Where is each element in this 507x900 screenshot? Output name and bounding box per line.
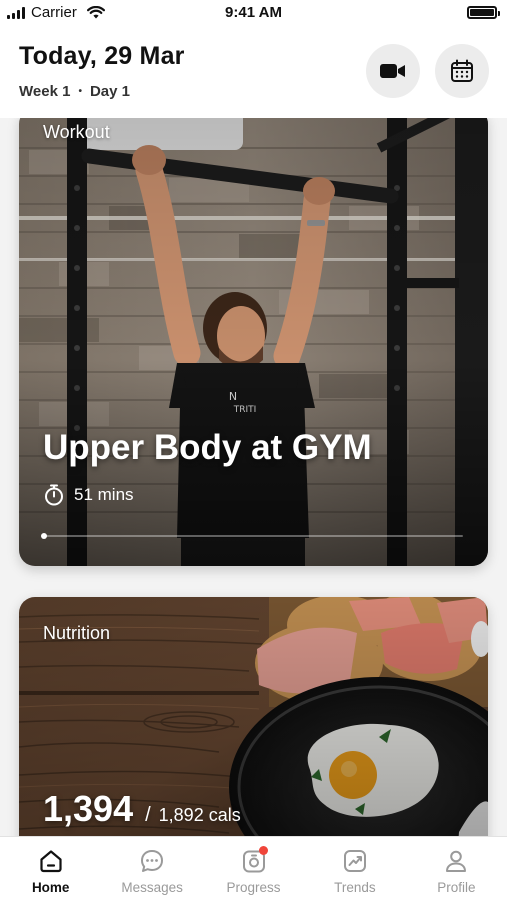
tab-progress[interactable]: Progress xyxy=(203,837,304,900)
tab-label: Progress xyxy=(226,880,281,895)
tab-label: Trends xyxy=(334,880,376,895)
calories-summary: 1,394 / 1,892 cals xyxy=(43,788,241,830)
workout-card-label: Workout xyxy=(43,122,110,142)
workout-progress-bar xyxy=(41,533,463,539)
status-left: Carrier xyxy=(7,4,105,21)
trends-icon xyxy=(341,847,369,875)
week-day-subtitle: Week 1 • Day 1 xyxy=(19,83,130,100)
progress-indicator xyxy=(41,533,47,539)
calories-target: 1,892 cals xyxy=(158,805,241,825)
tab-bar: Home Messages Progress Trends Profile xyxy=(0,836,507,900)
calendar-icon xyxy=(451,59,473,82)
subtitle-separator: • xyxy=(78,86,82,97)
video-call-button[interactable] xyxy=(366,44,420,98)
page-title: Today, 29 Mar xyxy=(19,42,185,70)
messages-icon xyxy=(138,847,166,875)
calories-consumed: 1,394 xyxy=(43,788,134,829)
carrier-name: Carrier xyxy=(31,4,77,21)
signal-icon xyxy=(7,6,25,19)
progress-icon xyxy=(240,846,268,875)
progress-notification-badge xyxy=(258,846,268,855)
tab-trends[interactable]: Trends xyxy=(304,837,405,900)
nutrition-card-label: Nutrition xyxy=(43,623,111,643)
workout-duration: 51 mins xyxy=(44,484,134,506)
feed[interactable]: N TRITI Workout Upper Body at GYM 51 min… xyxy=(0,118,507,836)
home-icon xyxy=(37,847,65,875)
tab-label: Messages xyxy=(121,880,183,895)
workout-title: Upper Body at GYM xyxy=(43,428,372,467)
wifi-icon xyxy=(86,6,105,19)
calories-separator: / xyxy=(145,804,151,826)
battery-icon xyxy=(467,6,500,19)
header: Today, 29 Mar Week 1 • Day 1 xyxy=(0,26,507,118)
tab-label: Profile xyxy=(437,880,476,895)
video-camera-icon xyxy=(380,64,405,78)
week-label: Week 1 xyxy=(19,83,71,100)
tab-home[interactable]: Home xyxy=(0,837,101,900)
day-label: Day 1 xyxy=(89,83,130,100)
tab-profile[interactable]: Profile xyxy=(406,837,507,900)
tab-label: Home xyxy=(31,880,70,895)
stopwatch-icon xyxy=(45,484,63,506)
workout-card[interactable]: N TRITI Workout Upper Body at GYM 51 min… xyxy=(19,118,488,566)
status-bar: Carrier 9:41 AM xyxy=(0,0,507,26)
calendar-button[interactable] xyxy=(435,44,489,98)
duration-text: 51 mins xyxy=(74,485,134,504)
nutrition-card[interactable]: Nutrition 1,394 / 1,892 cals xyxy=(19,597,488,836)
profile-icon xyxy=(442,847,470,875)
tab-messages[interactable]: Messages xyxy=(101,837,202,900)
